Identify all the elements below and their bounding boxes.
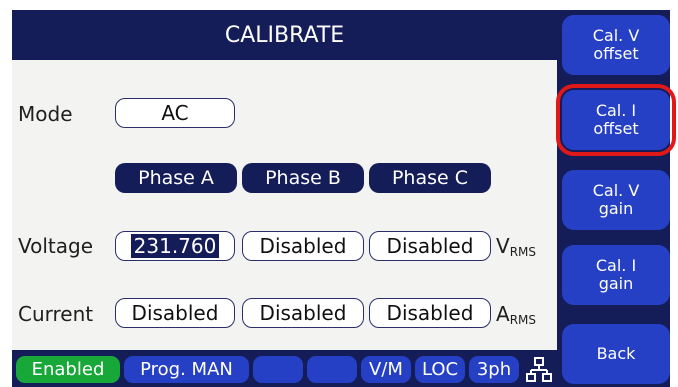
page-title: CALIBRATE — [12, 10, 557, 60]
phase-c-header: Phase C — [369, 163, 491, 193]
current-phase-a-field[interactable]: Disabled — [115, 298, 235, 328]
voltage-unit: VRMS — [496, 234, 536, 259]
status-slot-blank-2 — [307, 356, 357, 383]
cal-i-gain-line2: gain — [598, 274, 634, 293]
current-phase-a-value: Disabled — [131, 301, 219, 325]
cal-i-offset-button[interactable]: Cal. Ioffset — [556, 84, 676, 156]
cal-i-gain-line1: Cal. I — [595, 256, 637, 275]
prog-man-badge: Prog. MAN — [124, 356, 249, 383]
phase-a-header: Phase A — [115, 163, 237, 193]
current-phase-c-value: Disabled — [386, 301, 474, 325]
cal-i-offset-line2: offset — [593, 119, 639, 138]
current-phase-b-field[interactable]: Disabled — [242, 298, 364, 328]
current-label: Current — [18, 302, 94, 326]
voltage-unit-main: V — [496, 234, 510, 258]
calibrate-screen: CALIBRATE Mode AC Phase A Phase B Phase … — [12, 10, 676, 387]
voltage-label: Voltage — [18, 234, 94, 258]
enabled-badge: Enabled — [16, 356, 120, 383]
voltage-phase-c-field[interactable]: Disabled — [369, 231, 491, 261]
calibrate-panel: Mode AC Phase A Phase B Phase C Voltage … — [12, 60, 557, 350]
cal-v-gain-button[interactable]: Cal. Vgain — [562, 170, 670, 230]
vm-badge: V/M — [361, 356, 411, 383]
cal-i-offset-line1: Cal. I — [595, 101, 637, 120]
cal-v-gain-line2: gain — [598, 199, 634, 218]
cal-i-gain-button[interactable]: Cal. Igain — [562, 245, 670, 305]
back-label: Back — [596, 344, 636, 363]
voltage-phase-c-value: Disabled — [386, 234, 474, 258]
status-slot-blank-1 — [253, 356, 303, 383]
phase-b-header: Phase B — [242, 163, 364, 193]
voltage-unit-sub: RMS — [509, 245, 536, 259]
current-phase-b-value: Disabled — [259, 301, 347, 325]
current-phase-c-field[interactable]: Disabled — [369, 298, 491, 328]
status-bar: Enabled Prog. MAN V/M LOC 3ph — [12, 350, 557, 387]
current-unit-main: A — [496, 302, 510, 326]
mode-label: Mode — [18, 102, 73, 126]
mode-value: AC — [161, 101, 189, 125]
voltage-phase-a-field[interactable]: 231.760 — [115, 231, 235, 261]
voltage-phase-a-value: 231.760 — [130, 234, 220, 258]
voltage-phase-b-value: Disabled — [259, 234, 347, 258]
cal-v-offset-line1: Cal. V — [592, 26, 640, 45]
loc-badge: LOC — [415, 356, 465, 383]
mode-field[interactable]: AC — [115, 98, 235, 128]
voltage-phase-b-field[interactable]: Disabled — [242, 231, 364, 261]
cal-v-offset-button[interactable]: Cal. Voffset — [562, 15, 670, 75]
back-button[interactable]: Back — [562, 324, 670, 384]
current-unit-sub: RMS — [509, 313, 536, 327]
cal-v-offset-line2: offset — [593, 44, 639, 63]
current-unit: ARMS — [496, 302, 536, 327]
cal-v-gain-line1: Cal. V — [592, 181, 640, 200]
three-phase-badge: 3ph — [469, 356, 519, 383]
network-icon — [526, 356, 552, 383]
